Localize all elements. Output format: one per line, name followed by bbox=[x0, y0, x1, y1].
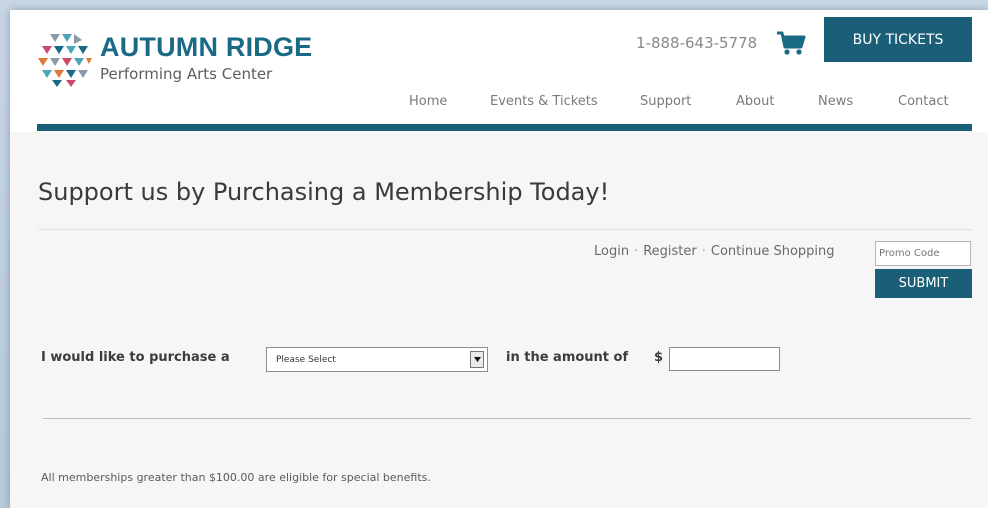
nav-item-about[interactable]: About bbox=[736, 94, 774, 109]
membership-type-select[interactable]: Please Select bbox=[266, 347, 488, 372]
promo-submit-button[interactable]: SUBMIT bbox=[875, 269, 972, 298]
nav-item-news[interactable]: News bbox=[818, 94, 853, 109]
brand-name: AUTUMN RIDGE bbox=[100, 32, 313, 62]
nav-item-home[interactable]: Home bbox=[409, 94, 447, 109]
login-link[interactable]: Login bbox=[594, 244, 629, 259]
amount-label: in the amount of bbox=[506, 350, 629, 365]
nav-item-events-tickets[interactable]: Events & Tickets bbox=[490, 94, 598, 109]
purchase-prefix-label: I would like to purchase a bbox=[41, 350, 230, 365]
select-value: Please Select bbox=[276, 355, 336, 365]
currency-symbol: $ bbox=[654, 350, 664, 365]
register-link[interactable]: Register bbox=[643, 244, 697, 259]
main-nav: Home Events & Tickets Support About News… bbox=[10, 94, 988, 116]
shopping-cart-icon[interactable] bbox=[776, 30, 806, 56]
membership-purchase-form: I would like to purchase a Please Select… bbox=[41, 346, 801, 374]
link-separator: · bbox=[634, 244, 639, 259]
continue-shopping-link[interactable]: Continue Shopping bbox=[711, 244, 835, 259]
nav-item-support[interactable]: Support bbox=[640, 94, 691, 109]
buy-tickets-button[interactable]: BUY TICKETS bbox=[824, 17, 972, 62]
account-links: Login · Register · Continue Shopping bbox=[594, 244, 835, 259]
nav-item-contact[interactable]: Contact bbox=[898, 94, 949, 109]
page-title: Support us by Purchasing a Membership To… bbox=[38, 178, 610, 206]
header-divider bbox=[37, 124, 972, 131]
site-logo[interactable]: AUTUMN RIDGE Performing Arts Center bbox=[36, 28, 326, 88]
promo-code-input[interactable] bbox=[875, 241, 971, 266]
amount-input[interactable] bbox=[669, 347, 780, 371]
brand-tagline: Performing Arts Center bbox=[100, 65, 273, 83]
site-header: AUTUMN RIDGE Performing Arts Center 1-88… bbox=[10, 10, 988, 132]
hexagon-logo-icon bbox=[38, 34, 92, 87]
title-divider bbox=[38, 229, 972, 230]
benefits-note: All memberships greater than $100.00 are… bbox=[41, 471, 431, 484]
section-divider bbox=[43, 418, 971, 419]
browser-page: AUTUMN RIDGE Performing Arts Center 1-88… bbox=[10, 10, 988, 508]
chevron-down-icon[interactable] bbox=[470, 351, 484, 368]
phone-number[interactable]: 1-888-643-5778 bbox=[636, 34, 757, 52]
link-separator: · bbox=[701, 244, 706, 259]
